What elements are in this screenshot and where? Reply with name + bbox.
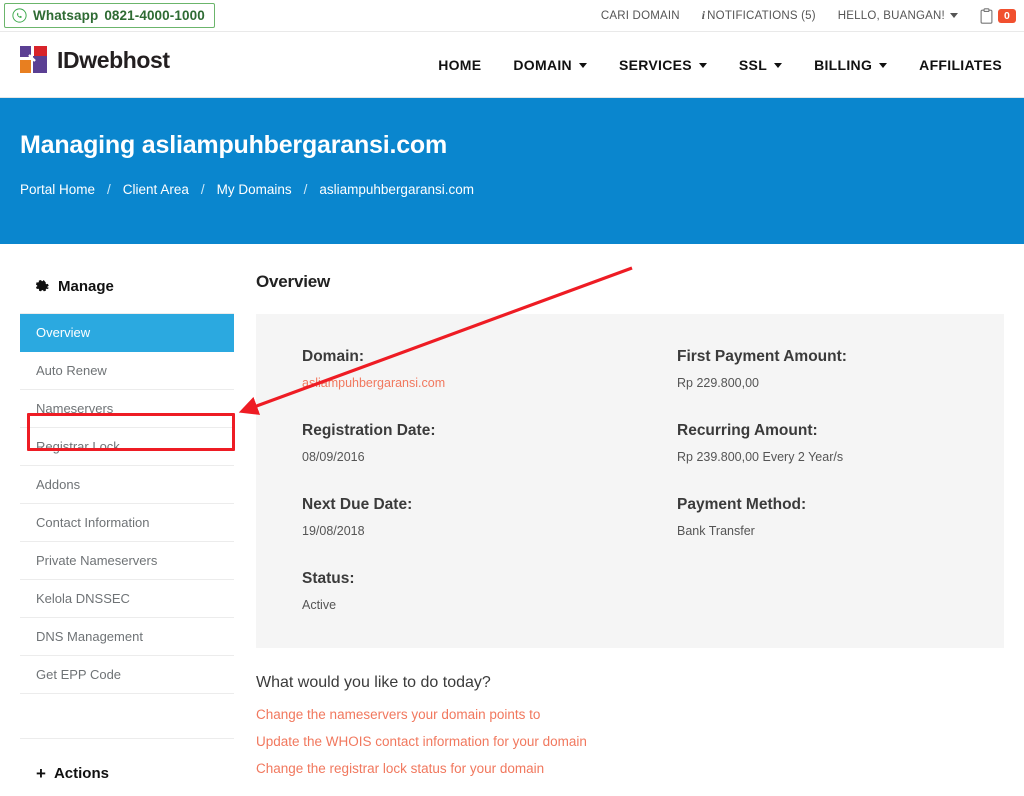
nav-item-domain[interactable]: DOMAIN bbox=[497, 57, 603, 73]
sidebar-actions-title: Actions bbox=[53, 765, 109, 782]
chevron-down-icon bbox=[774, 62, 783, 68]
registration-date-value: 08/09/2016 bbox=[302, 450, 365, 464]
sidebar-item-private-nameservers[interactable]: Private Nameservers bbox=[20, 542, 234, 580]
breadcrumb: Portal Home / Client Area / My Domains /… bbox=[20, 182, 1024, 197]
todo-link-update-whois[interactable]: Update the WHOIS contact information for… bbox=[256, 734, 587, 749]
first-payment-amount-value: Rp 229.800,00 bbox=[677, 376, 760, 390]
gear-icon bbox=[36, 279, 49, 291]
sidebar-actions-header: + Actions bbox=[20, 738, 234, 796]
breadcrumb-separator: / bbox=[303, 182, 308, 197]
list-item: Change the nameservers your domain point… bbox=[256, 706, 1014, 724]
sidebar-menu: Overview Auto Renew Nameservers Registra… bbox=[20, 313, 234, 694]
todo-link-change-nameservers[interactable]: Change the nameservers your domain point… bbox=[256, 707, 540, 722]
sidebar-item-auto-renew[interactable]: Auto Renew bbox=[20, 352, 234, 390]
domain-label: Domain: bbox=[302, 348, 364, 365]
cari-domain-link[interactable]: CARI DOMAIN bbox=[601, 10, 680, 22]
nav-item-home[interactable]: HOME bbox=[422, 57, 497, 73]
sidebar: Manage Overview Auto Renew Nameservers R… bbox=[20, 272, 234, 796]
nav-item-affiliates-label: AFFILIATES bbox=[919, 57, 1002, 73]
main-navbar: IDwebhost HOME DOMAIN SERVICES SSL BILLI… bbox=[0, 32, 1024, 98]
main-column: Overview Domain: asliampuhbergaransi.com… bbox=[234, 272, 1014, 796]
brand-name-id: ID bbox=[57, 46, 80, 73]
sidebar-manage-header: Manage bbox=[20, 272, 234, 313]
sidebar-manage-title: Manage bbox=[58, 278, 114, 295]
brand-name-rest: webhost bbox=[79, 46, 170, 73]
next-due-date-label: Next Due Date: bbox=[302, 496, 413, 513]
nav-item-billing[interactable]: BILLING bbox=[798, 57, 903, 73]
breadcrumb-item-client-area[interactable]: Client Area bbox=[123, 182, 189, 197]
breadcrumb-item-current: asliampuhbergaransi.com bbox=[319, 182, 474, 197]
utility-bar: Whatsapp 0821-4000-1000 CARI DOMAIN i NOT… bbox=[0, 0, 1024, 32]
domain-link[interactable]: asliampuhbergaransi.com bbox=[302, 376, 445, 390]
sidebar-item-get-epp-code[interactable]: Get EPP Code bbox=[20, 656, 234, 694]
utility-links: CARI DOMAIN i NOTIFICATIONS (5) HELLO, BU… bbox=[601, 0, 1016, 32]
payment-method-label: Payment Method: bbox=[677, 496, 807, 513]
overview-left-column: Domain: asliampuhbergaransi.com Registra… bbox=[302, 348, 633, 612]
whatsapp-label: Whatsapp bbox=[33, 8, 99, 23]
first-payment-amount-label: First Payment Amount: bbox=[677, 348, 847, 365]
page-header-banner: Managing asliampuhbergaransi.com Portal … bbox=[0, 98, 1024, 244]
idwebhost-logo-icon bbox=[20, 46, 48, 74]
brand-logo[interactable]: IDwebhost bbox=[20, 46, 170, 74]
recurring-amount-value: Rp 239.800,00 Every 2 Year/s bbox=[677, 450, 844, 464]
registration-date-label: Registration Date: bbox=[302, 422, 436, 439]
status-value: Active bbox=[302, 598, 337, 612]
nav-item-domain-label: DOMAIN bbox=[513, 57, 572, 73]
sidebar-item-overview[interactable]: Overview bbox=[20, 314, 234, 352]
cart-button[interactable]: 0 bbox=[980, 8, 1016, 24]
clipboard-icon bbox=[980, 8, 993, 24]
whatsapp-icon bbox=[12, 8, 27, 23]
primary-nav: HOME DOMAIN SERVICES SSL BILLING AFFILIA… bbox=[422, 32, 1006, 98]
todo-link-registrar-lock[interactable]: Change the registrar lock status for you… bbox=[256, 761, 544, 776]
plus-icon: + bbox=[36, 764, 46, 783]
breadcrumb-item-portal-home[interactable]: Portal Home bbox=[20, 182, 95, 197]
payment-method-value: Bank Transfer bbox=[677, 524, 755, 538]
page-root: Whatsapp 0821-4000-1000 CARI DOMAIN i NOT… bbox=[0, 0, 1024, 796]
account-menu-label: HELLO, BUANGAN! bbox=[837, 10, 945, 22]
nav-item-affiliates[interactable]: AFFILIATES bbox=[903, 57, 1006, 73]
chevron-down-icon bbox=[879, 62, 888, 68]
section-heading-overview: Overview bbox=[256, 272, 331, 291]
todo-list: Change the nameservers your domain point… bbox=[256, 706, 1014, 778]
chevron-down-icon bbox=[698, 62, 707, 68]
account-menu-link[interactable]: HELLO, BUANGAN! bbox=[838, 10, 958, 22]
list-item: Update the WHOIS contact information for… bbox=[256, 733, 1014, 751]
page-title: Managing asliampuhbergaransi.com bbox=[20, 131, 448, 159]
overview-details-card: Domain: asliampuhbergaransi.com Registra… bbox=[256, 314, 1004, 648]
nav-item-billing-label: BILLING bbox=[814, 57, 873, 73]
domain-value: asliampuhbergaransi.com bbox=[302, 376, 633, 390]
nameservers-highlight-box bbox=[27, 413, 235, 451]
next-due-date-value: 19/08/2018 bbox=[302, 524, 365, 538]
nav-item-services-label: SERVICES bbox=[618, 57, 692, 73]
info-icon: i bbox=[701, 10, 706, 22]
list-item: Change the registrar lock status for you… bbox=[256, 760, 1014, 778]
recurring-amount-label: Recurring Amount: bbox=[677, 422, 818, 439]
chevron-down-icon bbox=[949, 13, 958, 19]
nav-item-services[interactable]: SERVICES bbox=[603, 57, 723, 73]
breadcrumb-separator: / bbox=[107, 182, 111, 197]
overview-right-column: First Payment Amount: Rp 229.800,00 Recu… bbox=[633, 348, 964, 612]
nav-item-ssl-label: SSL bbox=[738, 57, 768, 73]
whatsapp-phone: 0821-4000-1000 bbox=[104, 8, 205, 23]
sidebar-item-addons[interactable]: Addons bbox=[20, 466, 234, 504]
brand-name: IDwebhost bbox=[57, 47, 170, 74]
nav-item-ssl[interactable]: SSL bbox=[723, 57, 798, 73]
sidebar-item-kelola-dnssec[interactable]: Kelola DNSSEC bbox=[20, 580, 234, 618]
status-label: Status: bbox=[302, 570, 355, 587]
todo-heading: What would you like to do today? bbox=[256, 674, 491, 691]
chevron-down-icon bbox=[578, 62, 587, 68]
cart-count-badge: 0 bbox=[997, 8, 1016, 24]
sidebar-item-dns-management[interactable]: DNS Management bbox=[20, 618, 234, 656]
nav-item-home-label: HOME bbox=[438, 57, 482, 73]
notifications-label: NOTIFICATIONS (5) bbox=[707, 10, 816, 22]
sidebar-item-contact-information[interactable]: Contact Information bbox=[20, 504, 234, 542]
todo-section: What would you like to do today? Change … bbox=[256, 674, 1014, 778]
page-content: Manage Overview Auto Renew Nameservers R… bbox=[0, 244, 1024, 796]
breadcrumb-separator: / bbox=[200, 182, 205, 197]
whatsapp-contact-badge[interactable]: Whatsapp 0821-4000-1000 bbox=[4, 3, 215, 28]
breadcrumb-item-my-domains[interactable]: My Domains bbox=[217, 182, 292, 197]
notifications-link[interactable]: i NOTIFICATIONS (5) bbox=[702, 10, 816, 22]
